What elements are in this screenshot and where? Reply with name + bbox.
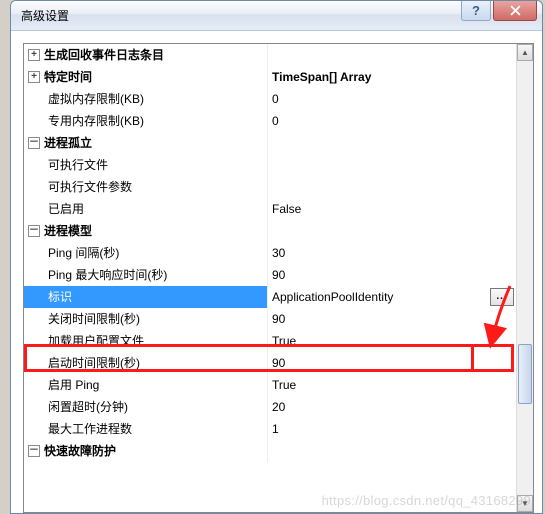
prop-label: Ping 间隔(秒) [48,242,119,264]
collapse-icon[interactable]: － [28,445,40,457]
advanced-settings-dialog: 高级设置 ? + 生成回收事件日志条目 [10,0,543,514]
prop-shutdown-time-limit[interactable]: 关闭时间限制(秒) 90 [24,308,516,330]
prop-identity[interactable]: 标识 ApplicationPoolIdentity ... [24,286,516,308]
prop-value: 20 [272,396,285,418]
prop-value: 0 [272,88,279,110]
prop-max-worker-processes[interactable]: 最大工作进程数 1 [24,418,516,440]
help-button[interactable]: ? [461,1,491,21]
prop-value: 90 [272,308,285,330]
prop-value: False [272,198,301,220]
titlebar-buttons: ? [461,1,537,21]
window-title: 高级设置 [21,7,69,24]
prop-enabled[interactable]: 已启用 False [24,198,516,220]
collapse-icon[interactable]: － [28,225,40,237]
prop-value: 30 [272,242,285,264]
category-label: 快速故障防护 [44,440,116,462]
prop-value: 0 [272,110,279,132]
scroll-up-button[interactable]: ▲ [517,44,533,61]
titlebar[interactable]: 高级设置 ? [11,1,542,31]
browse-button[interactable]: ... [490,288,514,306]
category-rapid-fail[interactable]: － 快速故障防护 [24,440,516,462]
scroll-thumb[interactable] [518,344,532,404]
category-label: 进程模型 [44,220,92,242]
prop-ping-enabled[interactable]: 启用 Ping True [24,374,516,396]
prop-label: 加载用户配置文件 [48,330,144,352]
prop-label: 已启用 [48,198,84,220]
grid-rows: + 生成回收事件日志条目 + 特定时间 TimeSpan[] Array 虚拟内… [24,44,516,512]
prop-value: 90 [272,264,285,286]
ellipsis-icon: ... [496,286,507,308]
category-process-model[interactable]: － 进程模型 [24,220,516,242]
prop-value: True [272,374,296,396]
prop-ping-max-response[interactable]: Ping 最大响应时间(秒) 90 [24,264,516,286]
category-recycle-events[interactable]: + 生成回收事件日志条目 [24,44,516,66]
prop-label: 启用 Ping [48,374,99,396]
prop-value: 90 [272,352,285,374]
prop-value: ApplicationPoolIdentity [272,286,393,308]
category-process-orphan[interactable]: － 进程孤立 [24,132,516,154]
prop-executable[interactable]: 可执行文件 [24,154,516,176]
vertical-scrollbar[interactable]: ▲ ▼ [516,44,533,512]
scroll-down-button[interactable]: ▼ [517,495,533,512]
prop-label: Ping 最大响应时间(秒) [48,264,167,286]
property-grid: + 生成回收事件日志条目 + 特定时间 TimeSpan[] Array 虚拟内… [23,43,534,513]
prop-label: 虚拟内存限制(KB) [48,88,144,110]
expand-icon[interactable]: + [28,71,40,83]
prop-value: True [272,330,296,352]
prop-executable-params[interactable]: 可执行文件参数 [24,176,516,198]
prop-label: 专用内存限制(KB) [48,110,144,132]
prop-virtual-memory-limit[interactable]: 虚拟内存限制(KB) 0 [24,88,516,110]
prop-label: 最大工作进程数 [48,418,132,440]
prop-startup-time-limit[interactable]: 启动时间限制(秒) 90 [24,352,516,374]
prop-label: 标识 [48,286,72,308]
prop-label: 关闭时间限制(秒) [48,308,140,330]
prop-ping-interval[interactable]: Ping 间隔(秒) 30 [24,242,516,264]
close-icon [510,5,521,16]
collapse-icon[interactable]: － [28,137,40,149]
category-label: 进程孤立 [44,132,92,154]
category-label: 特定时间 [44,66,92,88]
expand-icon[interactable]: + [28,49,40,61]
prop-label: 可执行文件参数 [48,176,132,198]
prop-value: 1 [272,418,279,440]
prop-private-memory-limit[interactable]: 专用内存限制(KB) 0 [24,110,516,132]
prop-label: 启动时间限制(秒) [48,352,140,374]
prop-idle-timeout[interactable]: 闲置超时(分钟) 20 [24,396,516,418]
category-value: TimeSpan[] Array [272,66,371,88]
close-button[interactable] [493,1,537,21]
prop-label: 可执行文件 [48,154,108,176]
prop-label: 闲置超时(分钟) [48,396,128,418]
prop-load-user-profile[interactable]: 加载用户配置文件 True [24,330,516,352]
client-area: + 生成回收事件日志条目 + 特定时间 TimeSpan[] Array 虚拟内… [11,31,542,513]
category-specific-time[interactable]: + 特定时间 TimeSpan[] Array [24,66,516,88]
category-label: 生成回收事件日志条目 [44,44,164,66]
